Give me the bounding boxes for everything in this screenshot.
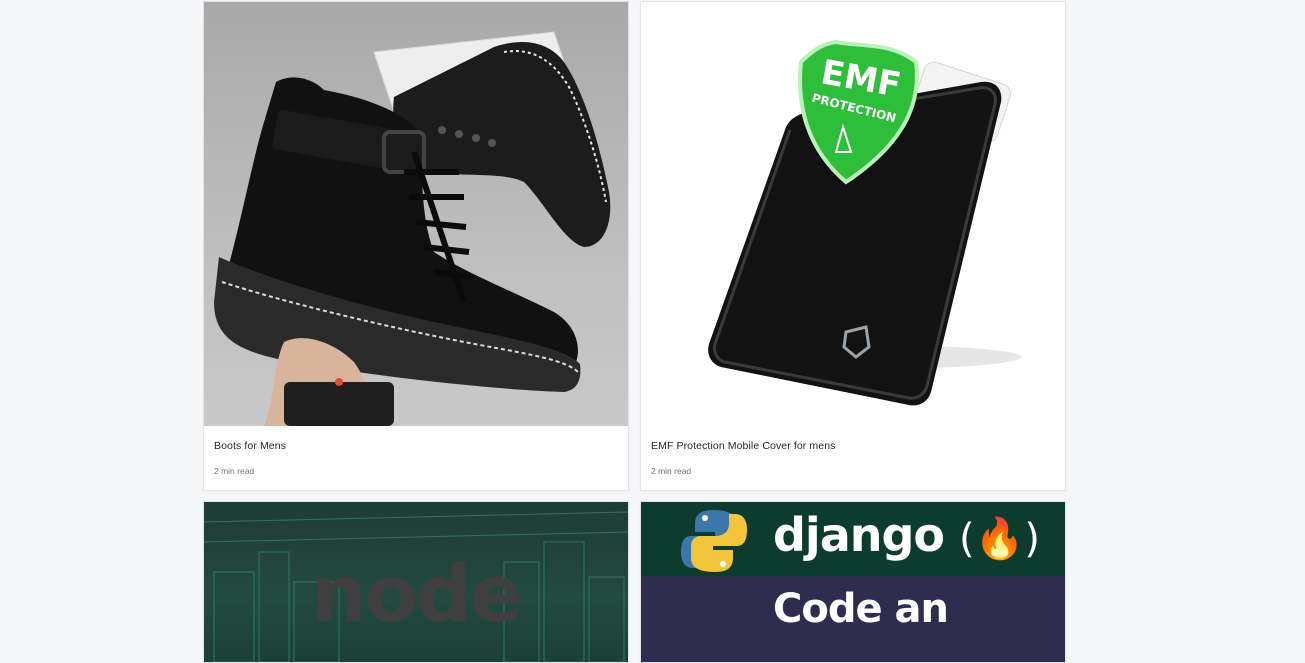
post-thumbnail[interactable]: EMF PROTECTION xyxy=(641,2,1065,426)
node-logo-text: node xyxy=(311,550,523,640)
post-card-django[interactable]: django (🔥) Code an xyxy=(640,501,1066,663)
emf-cover-image: EMF PROTECTION xyxy=(708,39,1021,406)
post-title[interactable]: Boots for Mens xyxy=(214,440,286,452)
banner-headline: Code an xyxy=(773,586,949,632)
post-thumbnail[interactable] xyxy=(204,2,628,426)
read-time: 2 min read xyxy=(651,466,692,476)
post-card-node[interactable]: node xyxy=(203,501,629,663)
django-logo-text: django xyxy=(773,508,945,562)
python-logo-icon xyxy=(681,510,747,572)
post-card-emf-cover[interactable]: EMF PROTECTION EMF Protection Mobile Cov… xyxy=(640,1,1066,491)
freecodecamp-icon: (🔥) xyxy=(959,516,1041,562)
post-title[interactable]: EMF Protection Mobile Cover for mens xyxy=(651,440,836,452)
post-card-boots[interactable]: Boots for Mens 2 min read xyxy=(203,1,629,491)
boots-image xyxy=(214,31,611,426)
read-time: 2 min read xyxy=(214,466,255,476)
post-thumbnail[interactable]: django (🔥) Code an xyxy=(641,502,1065,662)
post-thumbnail[interactable]: node xyxy=(204,502,628,662)
